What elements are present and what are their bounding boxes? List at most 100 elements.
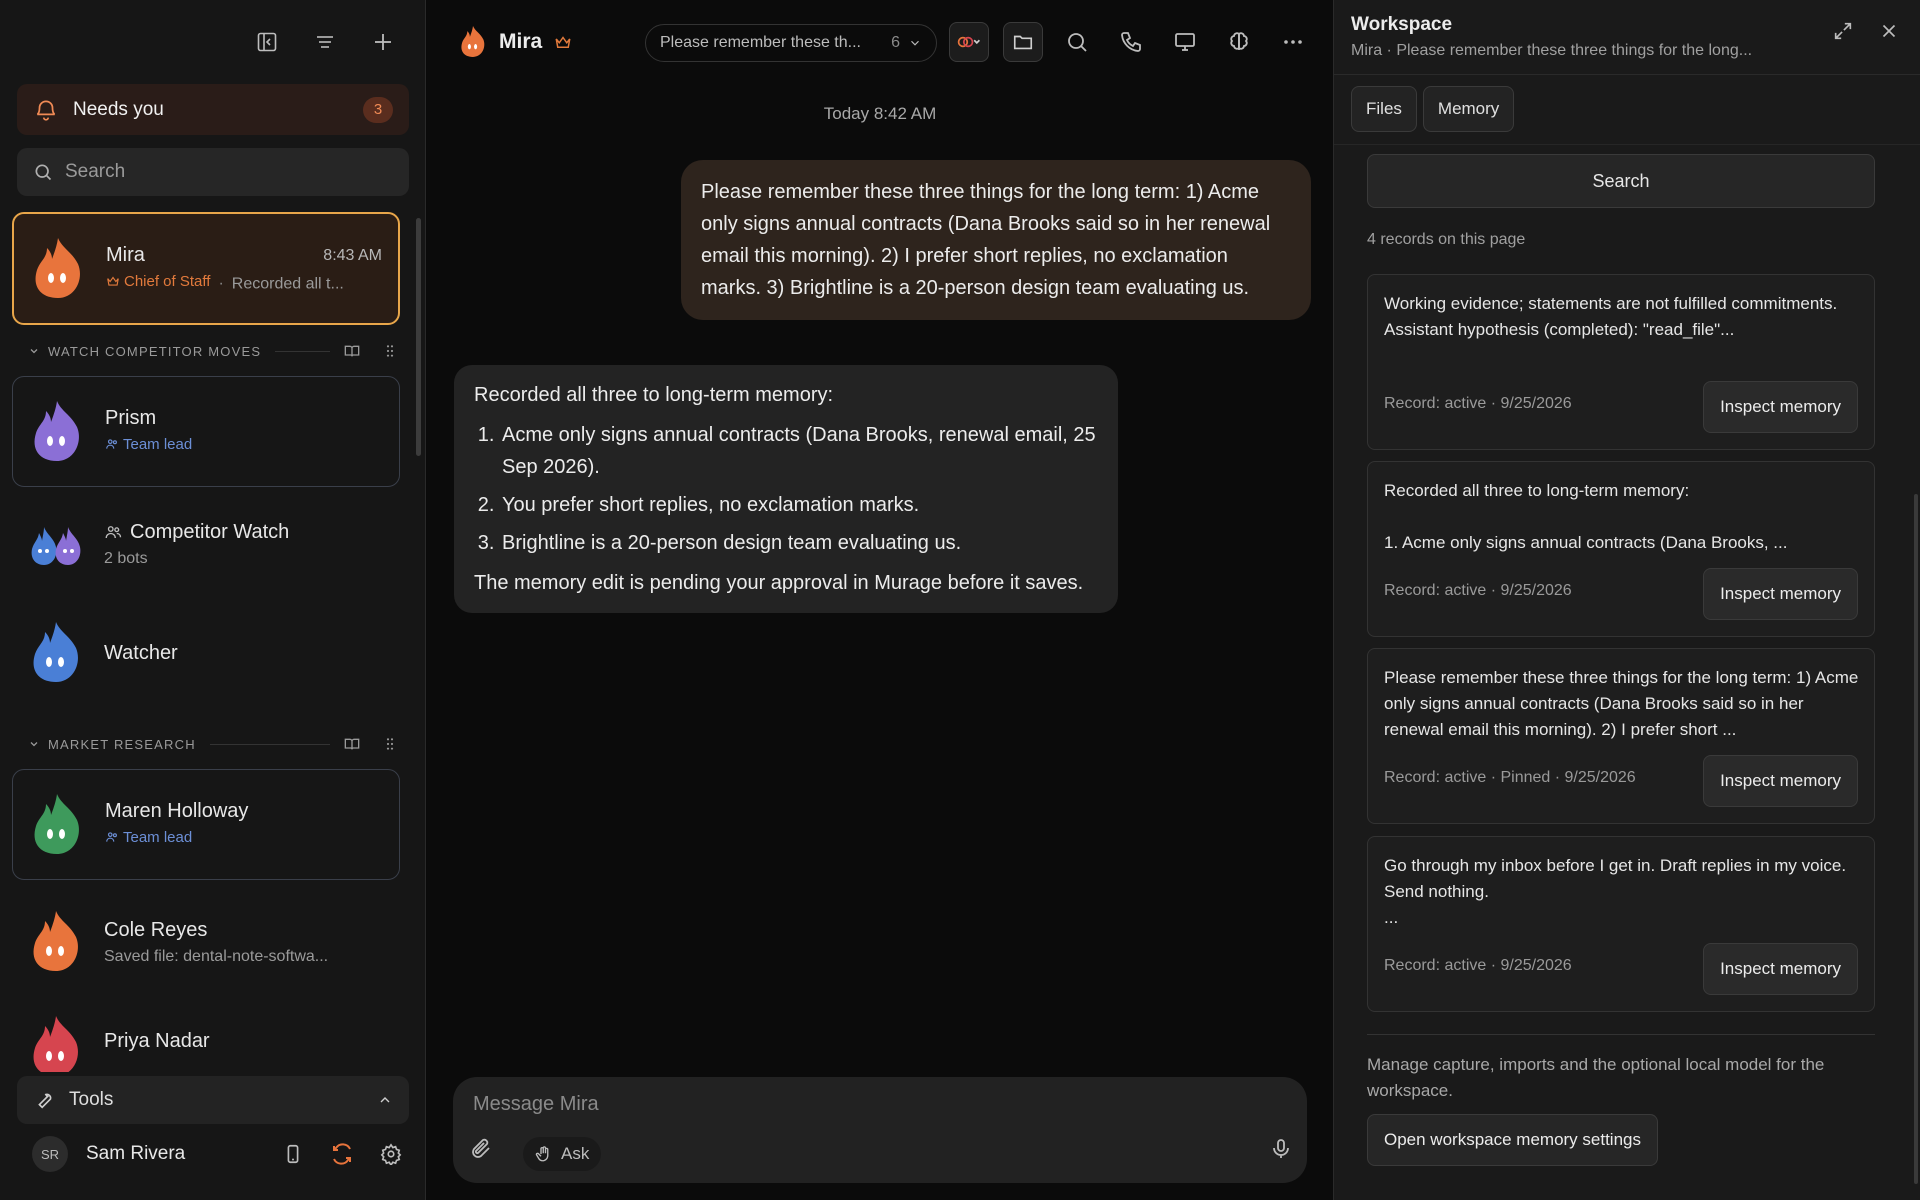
chat-toolbar: [949, 22, 1313, 62]
user-avatar[interactable]: SR: [32, 1136, 68, 1172]
record-meta: Record: active · 9/25/2026: [1384, 957, 1572, 974]
microphone-icon[interactable]: [1269, 1137, 1293, 1161]
book-icon[interactable]: [344, 343, 360, 359]
agent-item-prism[interactable]: Prism Team lead: [12, 376, 400, 487]
new-chat-icon[interactable]: [365, 24, 401, 60]
sidebar-scrollbar[interactable]: [416, 218, 421, 456]
memory-record: Recorded all three to long-term memory: …: [1367, 461, 1875, 637]
tab-files[interactable]: Files: [1351, 86, 1417, 132]
needs-you-button[interactable]: Needs you 3: [17, 84, 409, 135]
agent-item-maren-holloway[interactable]: Maren Holloway Team lead: [12, 769, 400, 880]
more-options-icon[interactable]: [1273, 22, 1313, 62]
role-label: Team lead: [123, 435, 193, 453]
chevron-down-icon: [911, 40, 919, 46]
group-icon: [105, 526, 122, 539]
tools-label: Tools: [69, 1089, 114, 1110]
drag-handle-icon[interactable]: [382, 343, 398, 359]
group-header-watch-competitor-moves[interactable]: WATCH COMPETITOR MOVES: [28, 343, 398, 359]
crown-icon: [555, 36, 571, 48]
call-icon[interactable]: [1111, 22, 1151, 62]
agent-name: Competitor Watch: [130, 520, 290, 543]
divider: [209, 743, 330, 745]
record-meta: Record: active · 9/25/2026: [1384, 395, 1572, 412]
thread-selector[interactable]: Please remember these th... 6: [645, 24, 937, 62]
search-placeholder: Search: [65, 161, 126, 182]
model-selector-button[interactable]: [949, 22, 989, 62]
agent-item-watcher[interactable]: Watcher: [12, 608, 400, 698]
settings-gear-icon[interactable]: [380, 1143, 402, 1165]
divider: [1334, 74, 1920, 75]
list-item: You prefer short replies, no exclamation…: [500, 489, 1098, 521]
inspect-memory-button[interactable]: Inspect memory: [1703, 943, 1858, 995]
needs-you-label: Needs you: [73, 98, 164, 120]
message-input[interactable]: Message Mira: [473, 1093, 599, 1116]
attach-paperclip-icon[interactable]: [469, 1137, 493, 1161]
ask-mode-button[interactable]: Ask: [523, 1137, 602, 1171]
group-title: MARKET RESEARCH: [48, 736, 196, 752]
memory-record: Working evidence; statements are not ful…: [1367, 274, 1875, 450]
workspace-title: Workspace: [1351, 14, 1453, 35]
ask-label: Ask: [561, 1144, 590, 1163]
close-icon[interactable]: [1878, 20, 1900, 42]
date-separator: Today 8:42 AM: [823, 104, 937, 123]
memory-search-button[interactable]: Search: [1367, 154, 1875, 208]
divider: [1367, 1034, 1875, 1035]
agent-name: Cole Reyes: [104, 918, 208, 941]
agent-preview: Recorded all t...: [231, 275, 344, 293]
group-header-market-research[interactable]: MARKET RESEARCH: [28, 736, 398, 752]
list-item: Acme only signs annual contracts (Dana B…: [500, 419, 1098, 483]
role-label: Chief of Staff: [124, 272, 211, 290]
inspect-memory-button[interactable]: Inspect memory: [1703, 755, 1858, 807]
menu-icon[interactable]: [307, 24, 343, 60]
maren-avatar: [27, 790, 87, 860]
sidebar-search-input[interactable]: Search: [17, 148, 409, 196]
search-chat-icon[interactable]: [1057, 22, 1097, 62]
sync-icon[interactable]: [330, 1142, 354, 1166]
divider: [275, 350, 330, 352]
record-text: Recorded all three to long-term memory: …: [1384, 481, 1788, 552]
prism-avatar: [27, 397, 87, 467]
bot-message-list: Acme only signs annual contracts (Dana B…: [500, 419, 1098, 559]
open-memory-settings-button[interactable]: Open workspace memory settings: [1367, 1114, 1658, 1166]
collapse-sidebar-icon[interactable]: [249, 24, 285, 60]
workspace-header: Workspace Mira · Please remember these t…: [1351, 14, 1791, 60]
memory-record: Go through my inbox before I get in. Dra…: [1367, 836, 1875, 1012]
tools-button[interactable]: Tools: [17, 1076, 409, 1124]
screen-share-icon[interactable]: [1165, 22, 1205, 62]
record-text: Please remember these three things for t…: [1384, 668, 1859, 739]
agent-item-priya-nadar[interactable]: Priya Nadar: [12, 1012, 400, 1072]
book-icon[interactable]: [344, 736, 360, 752]
inspect-memory-button[interactable]: Inspect memory: [1703, 568, 1858, 620]
wrench-icon: [38, 1093, 52, 1109]
agent-item-competitor-watch[interactable]: Competitor Watch 2 bots: [12, 498, 400, 590]
agent-item-cole-reyes[interactable]: Cole Reyes Saved file: dental-note-softw…: [12, 896, 400, 988]
workspace-scrollbar[interactable]: [1914, 494, 1918, 1184]
agent-item-mira[interactable]: Mira Chief of Staff · Recorded all t... 8…: [12, 212, 400, 325]
phone-device-icon[interactable]: [282, 1143, 304, 1165]
tab-memory[interactable]: Memory: [1422, 86, 1515, 132]
link-model-icon: [957, 36, 981, 48]
bot-message-intro: Recorded all three to long-term memory:: [474, 384, 834, 406]
workspace-tabs: Files Memory: [1351, 86, 1515, 132]
chevron-down-icon: [30, 349, 38, 354]
user-name[interactable]: Sam Rivera: [86, 1143, 282, 1165]
needs-you-count-badge: 3: [363, 96, 393, 123]
team-icon: [106, 832, 117, 842]
role-badge: Team lead: [105, 436, 192, 453]
inspect-memory-button[interactable]: Inspect memory: [1703, 381, 1858, 433]
brain-memory-icon[interactable]: [1219, 22, 1259, 62]
folder-button[interactable]: [1003, 22, 1043, 62]
chat-title: Mira: [499, 30, 543, 53]
agent-sub: 2 bots: [104, 549, 148, 567]
sidebar: Needs you 3 Search Mira Chief of Staff ·…: [0, 0, 426, 1200]
expand-icon[interactable]: [1832, 20, 1854, 42]
chat-panel: Mira Please remember these th... 6 Today…: [427, 0, 1333, 1200]
crown-icon: [107, 276, 119, 286]
record-meta: Record: active · Pinned · 9/25/2026: [1384, 769, 1636, 786]
user-row: SR Sam Rivera: [32, 1134, 402, 1174]
agent-sub: Saved file: dental-note-softwa...: [104, 947, 329, 965]
drag-handle-icon[interactable]: [382, 736, 398, 752]
chevron-down-icon: [30, 742, 38, 747]
thread-label: Please remember these th...: [660, 34, 861, 51]
agent-name-row: Competitor Watch: [104, 521, 386, 544]
